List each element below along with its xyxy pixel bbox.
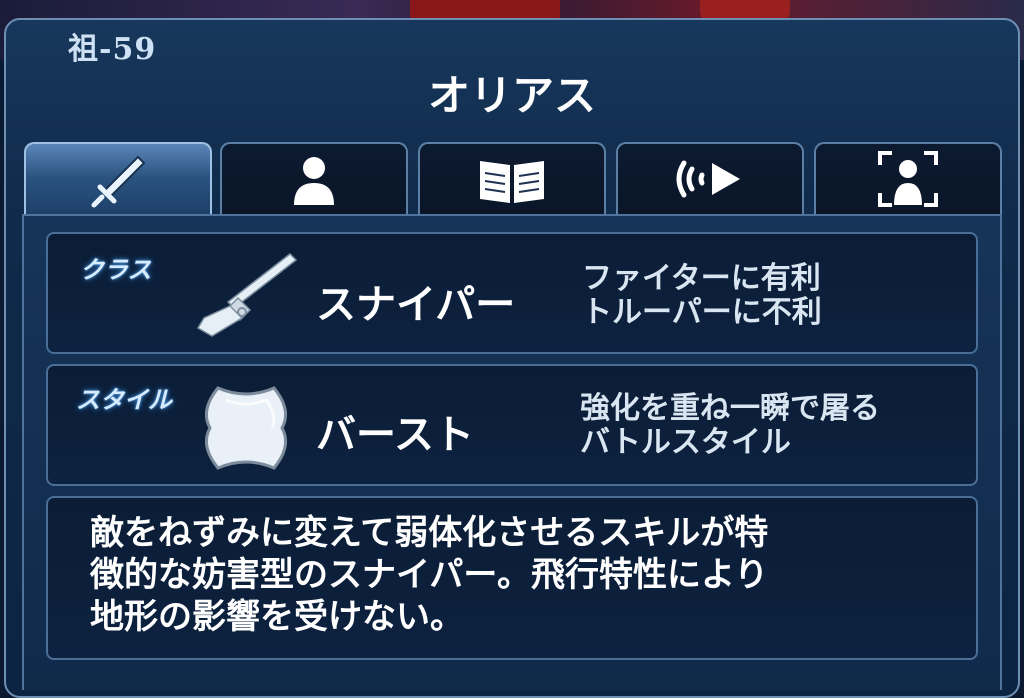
- description-line: 地形の影響を受けない。: [90, 597, 464, 637]
- tab-weapon-class[interactable]: [24, 142, 212, 218]
- unit-description: 敵をねずみに変えて弱体化させるスキルが特 徴的な妨害型のスナイパー。飛行特性によ…: [90, 512, 950, 638]
- book-icon: [480, 161, 544, 203]
- class-disadvantage-note: トルーパーに不利: [582, 295, 822, 330]
- sword-icon: [91, 155, 146, 208]
- style-description-line1: 強化を重ね一瞬で屠る: [580, 391, 880, 426]
- style-name: バースト: [316, 412, 474, 458]
- person-icon: [294, 157, 334, 205]
- style-label: スタイル: [76, 386, 172, 414]
- class-name: スナイパー: [316, 282, 516, 328]
- tab-view-model[interactable]: [814, 142, 1002, 214]
- voice-play-icon: [676, 160, 740, 198]
- style-description-line2: バトルスタイル: [580, 425, 791, 460]
- tab-voice[interactable]: [616, 142, 804, 214]
- description-line: 敵をねずみに変えて弱体化させるスキルが特: [90, 513, 769, 553]
- focus-person-icon: [878, 151, 938, 207]
- class-label: クラス: [80, 256, 152, 284]
- tab-story[interactable]: [418, 142, 606, 214]
- tab-profile[interactable]: [220, 142, 408, 214]
- burst-shield-icon: [204, 386, 288, 470]
- class-advantage-note: ファイターに有利: [582, 261, 821, 296]
- rifle-icon: [196, 253, 298, 337]
- unit-name-title: オリアス: [427, 71, 596, 120]
- description-line: 徴的な妨害型のスナイパー。飛行特性により: [90, 555, 769, 595]
